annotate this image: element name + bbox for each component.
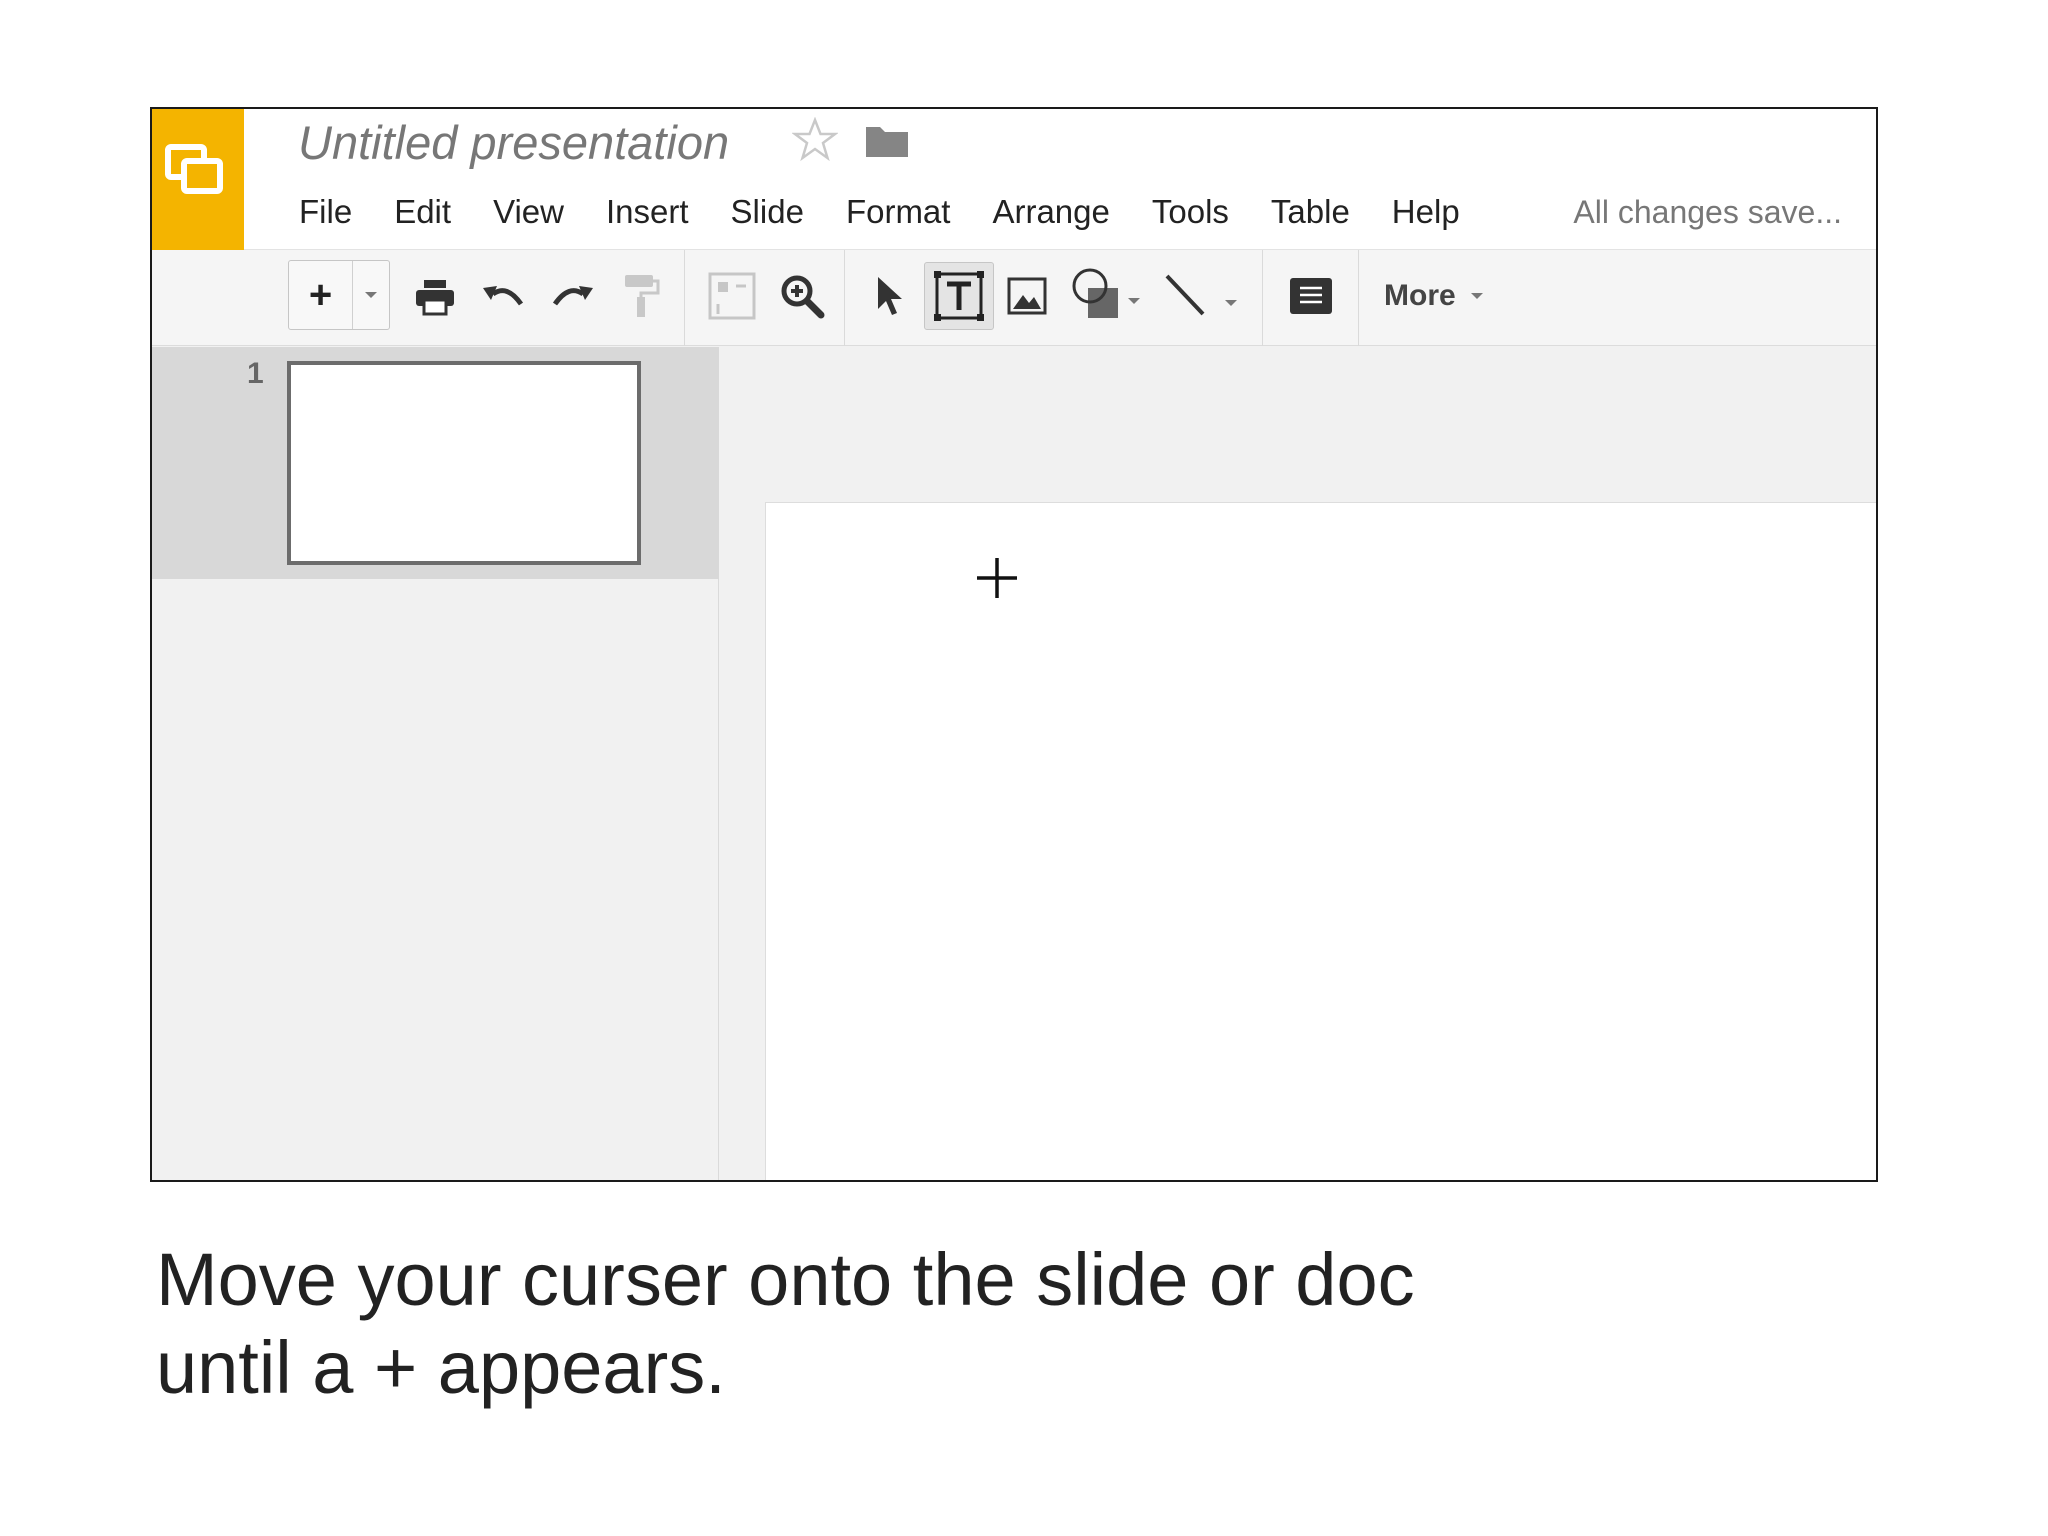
text-box-icon xyxy=(934,271,984,321)
menu-table[interactable]: Table xyxy=(1250,193,1371,231)
star-icon[interactable] xyxy=(792,117,838,163)
new-slide-dropdown[interactable] xyxy=(353,261,389,329)
menu-edit[interactable]: Edit xyxy=(373,193,472,231)
select-button[interactable] xyxy=(864,268,914,324)
slides-app-window: Untitled presentation File Edit View Ins… xyxy=(150,107,1878,1182)
menu-format[interactable]: Format xyxy=(825,193,972,231)
speaker-notes-icon xyxy=(1290,278,1332,314)
redo-icon xyxy=(552,286,593,306)
zoom-button[interactable] xyxy=(772,266,832,326)
document-title[interactable]: Untitled presentation xyxy=(298,115,729,170)
chevron-down-icon xyxy=(365,292,377,298)
shape-button[interactable] xyxy=(1066,264,1150,328)
plus-icon[interactable]: + xyxy=(289,261,353,329)
image-button[interactable] xyxy=(1000,268,1054,324)
new-slide-button[interactable]: + xyxy=(288,260,390,330)
fit-button[interactable] xyxy=(702,266,762,326)
slide-editor[interactable] xyxy=(765,502,1876,1180)
instruction-line-1: Move your curser onto the slide or doc xyxy=(156,1238,1415,1321)
menu-insert[interactable]: Insert xyxy=(585,193,710,231)
instruction-line-2: until a + appears. xyxy=(156,1326,726,1409)
zoom-icon xyxy=(781,275,825,319)
menu-arrange[interactable]: Arrange xyxy=(971,193,1130,231)
more-label: More xyxy=(1384,279,1456,312)
toolbar: + More xyxy=(152,250,1876,346)
menu-view[interactable]: View xyxy=(472,193,585,231)
save-status[interactable]: All changes save... xyxy=(1573,187,1842,237)
slide-canvas xyxy=(720,347,1876,1180)
print-icon xyxy=(416,280,454,316)
folder-icon[interactable] xyxy=(864,123,910,159)
toolbar-divider xyxy=(1358,250,1359,346)
paint-format-icon xyxy=(625,275,660,317)
more-button[interactable]: More xyxy=(1384,264,1484,328)
slides-logo[interactable] xyxy=(152,109,244,250)
text-box-button[interactable] xyxy=(924,262,994,330)
menu-slide[interactable]: Slide xyxy=(710,193,825,231)
image-icon xyxy=(1007,277,1047,315)
crosshair-cursor-icon xyxy=(977,558,1017,598)
menu-file[interactable]: File xyxy=(278,193,373,231)
slide-number: 1 xyxy=(247,357,264,390)
undo-icon xyxy=(483,286,524,306)
fit-icon xyxy=(708,272,756,320)
instruction-caption: Move your curser onto the slide or doc u… xyxy=(156,1236,1856,1412)
app-header: Untitled presentation File Edit View Ins… xyxy=(152,109,1876,250)
menu-tools[interactable]: Tools xyxy=(1131,193,1250,231)
menu-bar: File Edit View Insert Slide Format Arran… xyxy=(278,187,1481,237)
line-icon xyxy=(1165,274,1237,316)
menu-help[interactable]: Help xyxy=(1371,193,1481,231)
slides-logo-icon xyxy=(165,144,223,194)
chevron-down-icon xyxy=(1470,293,1483,299)
line-button[interactable] xyxy=(1158,264,1248,328)
select-arrow-icon xyxy=(878,277,902,315)
speaker-notes-button[interactable] xyxy=(1280,266,1342,326)
redo-button[interactable] xyxy=(548,272,598,322)
shape-icon xyxy=(1072,268,1140,318)
slide-thumbnail[interactable] xyxy=(287,361,641,565)
toolbar-divider xyxy=(1262,250,1263,346)
undo-button[interactable] xyxy=(478,272,528,322)
filmstrip-slide-item[interactable]: 1 xyxy=(152,347,719,579)
toolbar-divider xyxy=(844,250,845,346)
slide-filmstrip: 1 xyxy=(152,347,719,1180)
paint-format-button[interactable] xyxy=(616,268,666,324)
print-button[interactable] xyxy=(410,272,460,322)
toolbar-divider xyxy=(684,250,685,346)
